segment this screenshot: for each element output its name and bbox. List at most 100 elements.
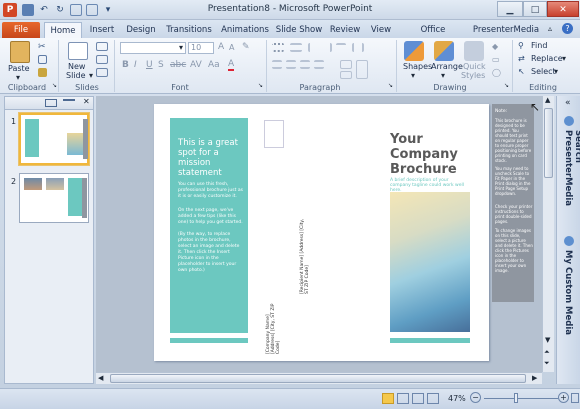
slide-thumb-1[interactable]: [19, 113, 89, 165]
font-name-dropdown[interactable]: [120, 42, 186, 54]
quick-access-more-icon[interactable]: ▾: [102, 4, 114, 16]
close-button[interactable]: ✕: [547, 1, 579, 17]
maximize-button[interactable]: □: [523, 1, 547, 17]
minimize-button[interactable]: ▁: [497, 1, 523, 17]
tab-file[interactable]: File: [2, 22, 40, 38]
mission-body-1[interactable]: You can use this fresh, professional bro…: [178, 182, 244, 200]
decrease-indent-icon[interactable]: [308, 43, 318, 52]
new-slide-button-label[interactable]: Slide: [66, 71, 86, 80]
fit-to-window-icon[interactable]: [571, 393, 579, 403]
recipient-address[interactable]: [Recipient Name] [Address] [City, ST ZIP…: [300, 214, 310, 294]
close-pane-icon[interactable]: ✕: [83, 97, 90, 106]
align-right-icon[interactable]: [300, 60, 310, 69]
tab-view[interactable]: View: [366, 22, 396, 38]
horizontal-scrollbar[interactable]: ◀ ▶: [96, 372, 542, 384]
redo-icon[interactable]: ↻: [54, 4, 66, 16]
text-direction-icon[interactable]: [340, 60, 352, 69]
tab-review[interactable]: Review: [326, 22, 364, 38]
tab-insert[interactable]: Insert: [84, 22, 120, 38]
scroll-up-icon[interactable]: ▲: [545, 96, 550, 104]
view-normal-icon[interactable]: [382, 393, 394, 404]
underline-icon[interactable]: U: [146, 60, 153, 70]
note-panel[interactable]: Note: This brochure is designed to be pr…: [492, 104, 534, 302]
align-center-icon[interactable]: [286, 60, 296, 69]
bold-icon[interactable]: B: [122, 60, 129, 70]
font-launcher-icon[interactable]: ↘: [258, 82, 263, 89]
save-icon[interactable]: [22, 4, 34, 16]
align-text-icon[interactable]: [340, 71, 352, 79]
clipboard-launcher-icon[interactable]: ↘: [52, 82, 57, 89]
paragraph-launcher-icon[interactable]: ↘: [388, 82, 393, 89]
new-slide-icon[interactable]: [68, 42, 88, 60]
quick-styles-icon[interactable]: [464, 41, 484, 61]
my-custom-media-tab[interactable]: My Custom Media: [563, 250, 573, 340]
tab-home[interactable]: Home: [44, 22, 82, 38]
justify-icon[interactable]: [314, 60, 324, 69]
numbering-icon[interactable]: [290, 43, 302, 52]
drawing-launcher-icon[interactable]: ↘: [504, 82, 509, 89]
clear-format-icon[interactable]: ✎: [242, 42, 250, 52]
company-address[interactable]: [Company Name] [Address] [City, ST ZIP C…: [266, 299, 281, 354]
shadow-icon[interactable]: S: [158, 60, 164, 70]
tab-animations[interactable]: Animations: [218, 22, 272, 38]
next-slide-icon[interactable]: ⏷: [544, 359, 550, 368]
zoom-out-icon[interactable]: −: [470, 392, 481, 403]
slide-canvas[interactable]: This is a great spot for a mission state…: [154, 104, 489, 361]
copy-icon[interactable]: [38, 55, 47, 64]
select-icon[interactable]: ↖: [518, 67, 525, 76]
columns-icon[interactable]: [352, 43, 364, 52]
scroll-left-icon[interactable]: ◀: [98, 374, 103, 382]
view-slideshow-icon[interactable]: [427, 393, 439, 404]
scroll-thumb[interactable]: [110, 374, 526, 383]
arrange-button[interactable]: Arrange: [431, 62, 463, 71]
arrange-icon[interactable]: [434, 41, 454, 61]
view-reading-icon[interactable]: [412, 393, 424, 404]
scroll-thumb[interactable]: [544, 108, 553, 178]
mission-panel[interactable]: This is a great spot for a mission state…: [170, 118, 248, 333]
search-tab-icon[interactable]: [564, 116, 574, 126]
cover-tagline[interactable]: A brief description of your company tagl…: [390, 178, 470, 193]
font-color-icon[interactable]: A: [228, 59, 235, 71]
vertical-scrollbar[interactable]: ▲ ▼ ⏶ ⏷: [542, 96, 554, 372]
tab-presentermedia[interactable]: PresenterMedia: [470, 22, 542, 38]
zoom-slider-thumb[interactable]: [514, 393, 518, 403]
replace-dropdown-icon[interactable]: ▾: [562, 54, 566, 63]
paste-button[interactable]: Paste: [8, 64, 30, 73]
cut-icon[interactable]: ✂: [38, 42, 48, 52]
align-left-icon[interactable]: [272, 60, 282, 69]
print-icon[interactable]: [86, 4, 98, 16]
increase-indent-icon[interactable]: [322, 43, 332, 52]
tab-office-timeline[interactable]: Office Timeline+: [398, 22, 468, 51]
bullets-icon[interactable]: [272, 43, 284, 52]
tab-design[interactable]: Design: [122, 22, 160, 38]
slideshow-icon[interactable]: [70, 4, 82, 16]
paste-icon[interactable]: [10, 41, 30, 63]
grow-font-icon[interactable]: A: [218, 42, 224, 52]
replace-icon[interactable]: ⇄: [518, 54, 525, 63]
outline-tab-icon[interactable]: [63, 99, 75, 107]
new-slide-dropdown-icon[interactable]: ▾: [89, 71, 93, 80]
zoom-slider[interactable]: [484, 398, 558, 399]
arrange-dropdown-icon[interactable]: ▾: [441, 71, 445, 80]
shape-fill-icon[interactable]: ◆: [492, 42, 498, 51]
view-sorter-icon[interactable]: [397, 393, 409, 404]
replace-button[interactable]: Replace: [531, 54, 563, 63]
tab-transitions[interactable]: Transitions: [162, 22, 216, 38]
cover-image[interactable]: [390, 192, 470, 332]
reset-icon[interactable]: [96, 55, 108, 64]
tab-slide-show[interactable]: Slide Show: [274, 22, 324, 38]
spacing-icon[interactable]: AV: [190, 60, 202, 70]
scroll-down-icon[interactable]: ▼: [545, 336, 550, 344]
new-slide-button[interactable]: New: [68, 62, 85, 71]
change-case-icon[interactable]: Aa: [208, 60, 220, 70]
find-icon[interactable]: ⚲: [518, 41, 524, 50]
shape-effects-icon[interactable]: ◯: [492, 68, 501, 77]
cover-title[interactable]: Your Company Brochure: [390, 132, 478, 177]
custom-media-tab-icon[interactable]: [564, 236, 574, 246]
paste-dropdown-icon[interactable]: ▾: [16, 73, 20, 82]
help-icon[interactable]: ?: [562, 23, 573, 34]
shapes-icon[interactable]: [404, 41, 424, 61]
undo-icon[interactable]: ↶: [38, 4, 50, 16]
strikethrough-icon[interactable]: abc: [170, 60, 186, 70]
app-logo-icon[interactable]: P: [3, 3, 17, 17]
